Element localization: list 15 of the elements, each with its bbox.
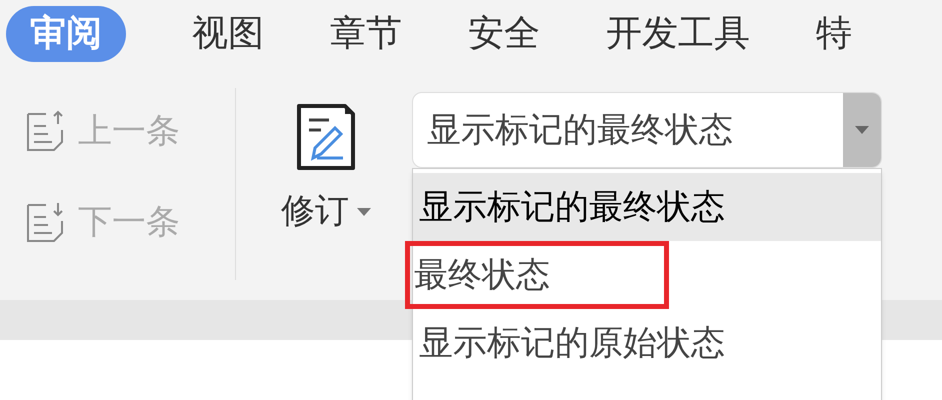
ribbon-tab[interactable]: 章节 [330,6,402,62]
caret-icon [855,126,869,134]
document-pencil-icon [295,102,357,172]
ribbon-tab[interactable]: 特 [816,6,852,62]
revise-button[interactable]: 修订 [256,102,396,237]
markup-dropdown[interactable]: 显示标记的最终状态 [412,92,882,168]
dropdown-option[interactable]: 最终状态 [405,241,669,309]
document-up-arrow-icon [26,110,66,154]
ribbon-tab[interactable]: 安全 [468,6,540,62]
document-down-arrow-icon [26,200,66,244]
ribbon-tab[interactable]: 开发工具 [606,6,750,62]
caret-icon [357,208,371,216]
dropdown-option[interactable]: 显示标记的原始状态 [413,309,881,377]
dropdown-option[interactable]: 显示标记的最终状态 [413,173,881,241]
ribbon-tab[interactable]: 视图 [192,6,264,62]
